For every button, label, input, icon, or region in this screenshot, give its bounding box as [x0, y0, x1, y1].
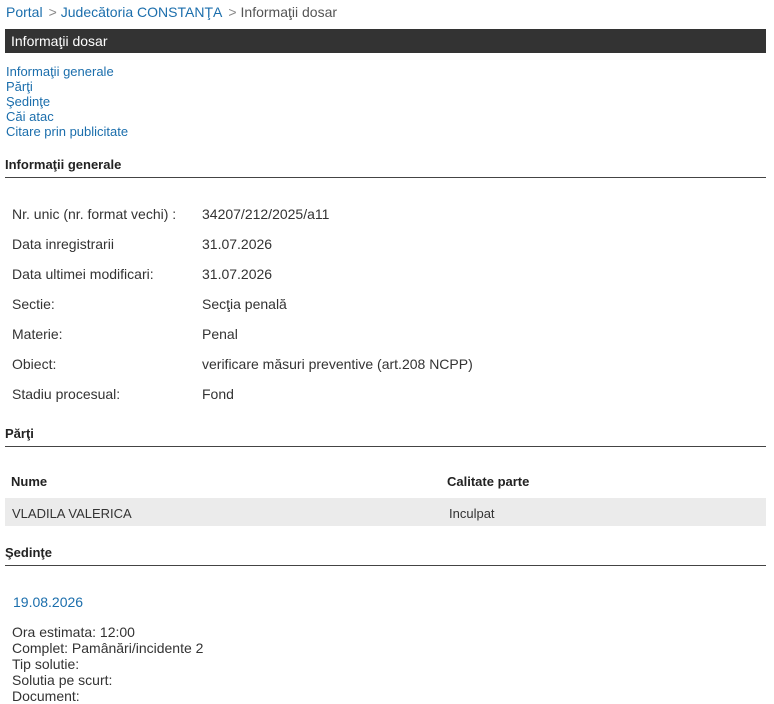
info-value: Fond: [202, 386, 234, 402]
hearing-detail-complet: Complet: Pamânări/incidente 2: [12, 640, 204, 656]
breadcrumb: Portal > Judecătoria CONSTANŢA > Informaţii …: [6, 4, 337, 20]
toc-link-cai-atac[interactable]: Căi atac: [6, 109, 128, 124]
toc-link-sedinte[interactable]: Şedinţe: [6, 94, 128, 109]
toc-link-parti[interactable]: Părţi: [6, 79, 128, 94]
parti-table-header: Nume Calitate parte: [5, 466, 766, 494]
info-label: Data inregistrarii: [12, 236, 114, 252]
hearing-detail-document: Document:: [12, 688, 80, 704]
info-label: Obiect:: [12, 356, 57, 372]
page-title: Informaţii dosar: [11, 33, 108, 49]
info-value: Penal: [202, 326, 238, 342]
section-heading-sedinte: Şedinţe: [5, 545, 766, 566]
info-value: Secţia penală: [202, 296, 287, 312]
hearing-detail-solutia: Solutia pe scurt:: [12, 672, 113, 688]
party-role: Inculpat: [449, 506, 495, 521]
toc-link-citare-publicitate[interactable]: Citare prin publicitate: [6, 124, 128, 139]
info-label: Sectie:: [12, 296, 55, 312]
breadcrumb-separator: >: [228, 4, 237, 20]
breadcrumb-separator: >: [48, 4, 57, 20]
info-label: Materie:: [12, 326, 63, 342]
section-heading-parti: Părţi: [5, 426, 766, 447]
party-name: VLADILA VALERICA: [12, 506, 132, 521]
column-header-nume: Nume: [11, 474, 48, 489]
info-label: Stadiu procesual:: [12, 386, 121, 402]
hearing-details: Ora estimata: 12:00 Complet: Pamânări/in…: [12, 624, 203, 704]
column-header-calitate-parte: Calitate parte: [447, 474, 530, 489]
info-value: verificare măsuri preventive (art.208 NC…: [202, 356, 473, 372]
section-nav: Informaţii generale Părţi Şedinţe Căi at…: [6, 64, 128, 139]
hearing-detail-ora: Ora estimata: 12:00: [12, 624, 135, 640]
info-label: Nr. unic (nr. format vechi) :: [12, 206, 177, 222]
breadcrumb-current: Informaţii dosar: [240, 4, 338, 20]
hearing-detail-tip-solutie: Tip solutie:: [12, 656, 80, 672]
breadcrumb-portal-link[interactable]: Portal: [6, 4, 43, 20]
table-row: VLADILA VALERICA Inculpat: [5, 498, 766, 526]
hearing-date-link[interactable]: 19.08.2026: [13, 594, 83, 610]
info-value: 31.07.2026: [202, 266, 273, 282]
page-title-bar: Informaţii dosar: [5, 29, 766, 53]
info-label: Data ultimei modificari:: [12, 266, 154, 282]
toc-link-informatii-generale[interactable]: Informaţii generale: [6, 64, 128, 79]
info-value: 34207/212/2025/a11: [202, 206, 330, 222]
breadcrumb-court-link[interactable]: Judecătoria CONSTANŢA: [61, 4, 223, 20]
info-value: 31.07.2026: [202, 236, 273, 252]
section-heading-informatii-generale: Informaţii generale: [5, 157, 766, 178]
